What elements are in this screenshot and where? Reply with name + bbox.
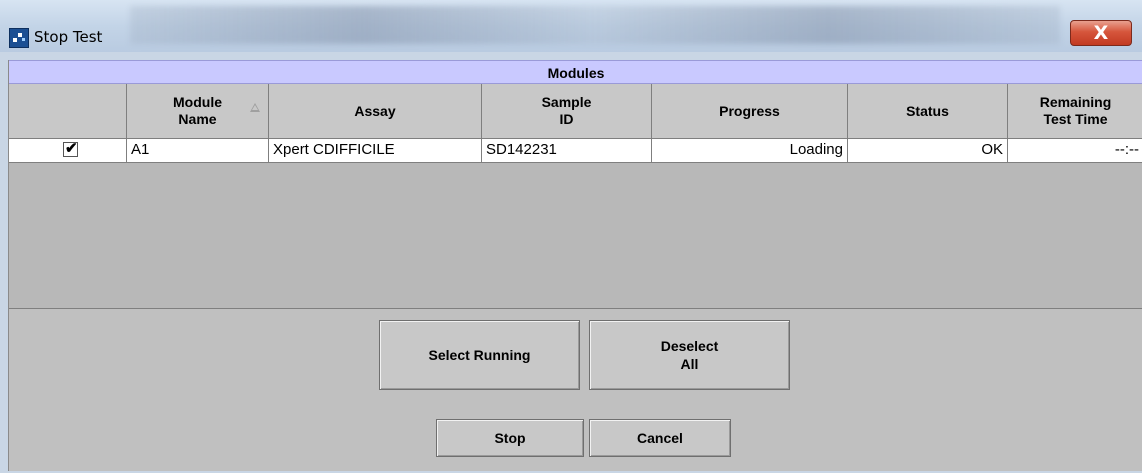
- column-header-module-name[interactable]: Module Name: [127, 84, 269, 139]
- column-header-progress[interactable]: Progress: [652, 84, 848, 139]
- cell-status[interactable]: OK: [848, 139, 1008, 163]
- window-title: Stop Test: [34, 28, 103, 46]
- cell-sample-id[interactable]: SD142231: [482, 139, 652, 163]
- app-icon: [9, 28, 29, 48]
- sort-ascending-icon: [250, 103, 260, 112]
- column-header-module-name-label: Module Name: [173, 94, 222, 127]
- cell-progress[interactable]: Loading: [652, 139, 848, 163]
- column-header-assay[interactable]: Assay: [269, 84, 482, 139]
- checkmark-icon: ✔: [65, 140, 78, 157]
- stop-test-window: Stop Test X Modules Module Name Assay Sa…: [0, 0, 1142, 473]
- column-header-select[interactable]: [9, 84, 127, 139]
- cell-module-name[interactable]: A1: [127, 139, 269, 163]
- modules-header-label: Modules: [547, 65, 605, 81]
- stop-button[interactable]: Stop: [436, 419, 584, 457]
- cancel-button[interactable]: Cancel: [589, 419, 731, 457]
- cell-assay[interactable]: Xpert CDIFFICILE: [269, 139, 482, 163]
- table-row-select-cell[interactable]: ✔: [9, 139, 127, 163]
- close-button[interactable]: X: [1070, 20, 1132, 46]
- row-checkbox[interactable]: ✔: [63, 140, 78, 157]
- modules-table: Module Name Assay Sample ID Progress Sta…: [9, 84, 1142, 309]
- modules-header: Modules: [9, 60, 1142, 84]
- column-header-sample-id[interactable]: Sample ID: [482, 84, 652, 139]
- background-window-blur: [130, 6, 1060, 44]
- title-bar[interactable]: Stop Test X: [0, 0, 1142, 52]
- close-icon: X: [1093, 22, 1109, 44]
- column-header-remaining-test-time[interactable]: Remaining Test Time: [1008, 84, 1142, 139]
- deselect-all-button[interactable]: Deselect All: [589, 320, 790, 390]
- cell-remaining-test-time[interactable]: --:--: [1008, 139, 1142, 163]
- select-running-button[interactable]: Select Running: [379, 320, 580, 390]
- column-header-status[interactable]: Status: [848, 84, 1008, 139]
- dialog-content: Modules Module Name Assay Sample ID Prog…: [8, 60, 1142, 471]
